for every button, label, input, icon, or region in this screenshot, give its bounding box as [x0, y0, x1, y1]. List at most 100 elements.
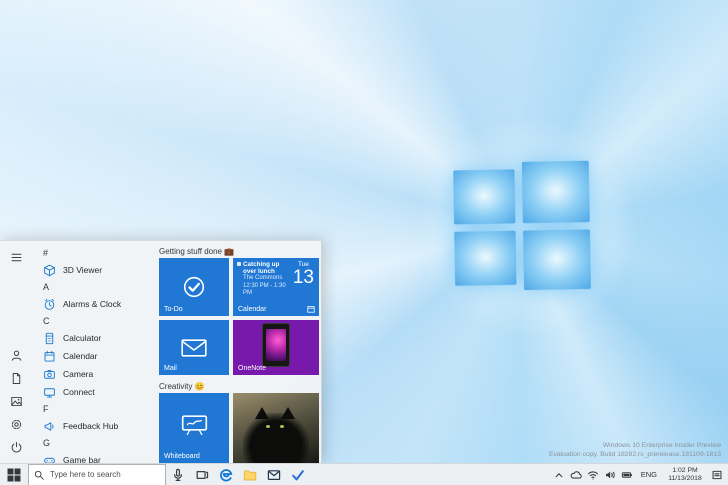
folder-icon — [243, 469, 257, 480]
documents-button[interactable] — [5, 367, 29, 390]
todo-tile[interactable]: To-Do — [159, 258, 229, 316]
onedrive-tray-button[interactable] — [568, 464, 585, 485]
windows-logo — [453, 160, 591, 291]
app-item-calendar[interactable]: Calendar — [33, 347, 153, 365]
expand-menu-button[interactable] — [5, 246, 29, 269]
app-item-game-bar[interactable]: Game bar — [33, 451, 153, 463]
power-button[interactable] — [5, 436, 29, 459]
edge-button[interactable] — [214, 464, 238, 485]
clock[interactable]: 1:02 PM 11/13/2018 — [662, 467, 708, 483]
pictures-button[interactable] — [5, 390, 29, 413]
hamburger-icon — [11, 253, 22, 262]
search-icon — [34, 470, 44, 480]
app-list-header-hash[interactable]: # — [33, 245, 153, 261]
mail-icon — [267, 469, 281, 480]
todo-check-icon — [183, 276, 205, 298]
user-icon — [11, 350, 22, 361]
app-item-alarms-clock[interactable]: Alarms & Clock — [33, 295, 153, 313]
camera-icon — [43, 368, 56, 381]
tile-row: Mail OneNote — [159, 320, 319, 375]
app-list-header-g[interactable]: G — [33, 435, 153, 451]
start-menu: # 3D Viewer A Alarms & Clock C Calculato… — [0, 240, 322, 463]
watermark-line1: Windows 10 Enterprise Insider Preview — [602, 442, 721, 449]
desktop: Windows 10 Enterprise Insider Preview Ev… — [0, 0, 728, 485]
app-item-camera[interactable]: Camera — [33, 365, 153, 383]
date-text: 11/13/2018 — [668, 474, 702, 482]
tile-row: Whiteboard — [159, 393, 319, 463]
calendar-tile[interactable]: Catching up over lunch The Commons 12:30… — [233, 258, 319, 316]
app-item-3d-viewer[interactable]: 3D Viewer — [33, 261, 153, 279]
insider-watermark: Windows 10 Enterprise Insider Preview Ev… — [549, 441, 721, 459]
tile-area: Getting stuff done 💼 To-Do Catching up o… — [153, 241, 321, 463]
task-view-button[interactable] — [190, 464, 214, 485]
speaker-icon — [606, 471, 615, 478]
cat-photo-detail — [265, 425, 270, 429]
edge-icon — [220, 468, 233, 481]
action-center-button[interactable] — [708, 464, 725, 485]
rail-bottom-group — [5, 344, 29, 459]
todo-app-button[interactable] — [286, 464, 310, 485]
start-button[interactable] — [0, 464, 28, 485]
taskbar: ENG 1:02 PM 11/13/2018 — [0, 463, 728, 485]
mail-app-button[interactable] — [262, 464, 286, 485]
game-bar-icon — [43, 454, 56, 463]
connect-icon — [43, 386, 56, 399]
system-tray: ENG 1:02 PM 11/13/2018 — [551, 464, 728, 485]
event-color-icon — [237, 262, 241, 266]
app-item-calculator[interactable]: Calculator — [33, 329, 153, 347]
user-account-button[interactable] — [5, 344, 29, 367]
app-item-feedback-hub[interactable]: Feedback Hub — [33, 417, 153, 435]
tile-group-creativity[interactable]: Creativity 😊 — [159, 380, 319, 393]
wifi-icon — [588, 471, 599, 480]
app-list-header-a[interactable]: A — [33, 279, 153, 295]
onenote-live-image — [262, 322, 290, 367]
cloud-icon — [570, 470, 583, 479]
task-view-icon — [196, 470, 209, 479]
file-explorer-button[interactable] — [238, 464, 262, 485]
battery-icon — [622, 471, 633, 478]
alarm-clock-icon — [43, 298, 56, 311]
pictures-icon — [11, 396, 22, 407]
whiteboard-tile[interactable]: Whiteboard — [159, 393, 229, 463]
start-rail — [0, 241, 33, 463]
cortana-mic-button[interactable] — [166, 464, 190, 485]
calculator-icon — [43, 332, 56, 345]
language-indicator[interactable]: ENG — [636, 470, 662, 479]
mail-tile[interactable]: Mail — [159, 320, 229, 375]
feedback-hub-icon — [43, 420, 56, 433]
tile-group-getting-stuff-done[interactable]: Getting stuff done 💼 — [159, 245, 319, 258]
gear-icon — [11, 419, 22, 430]
action-center-icon — [712, 470, 721, 479]
taskbar-search[interactable] — [28, 463, 166, 485]
onenote-tile[interactable]: OneNote — [233, 320, 319, 375]
calendar-badge-icon — [307, 306, 315, 313]
windows-start-icon — [7, 468, 21, 481]
cat-photo-tile[interactable] — [233, 393, 319, 463]
show-hidden-icons-button[interactable] — [551, 464, 568, 485]
cat-photo-detail — [243, 412, 309, 463]
phone-screen — [266, 328, 286, 361]
time-text: 1:02 PM — [672, 466, 698, 474]
3d-viewer-icon — [43, 264, 56, 277]
calendar-live-event: Catching up over lunch The Commons 12:30… — [237, 261, 291, 298]
app-list-header-f[interactable]: F — [33, 401, 153, 417]
settings-button[interactable] — [5, 413, 29, 436]
battery-tray-button[interactable] — [619, 464, 636, 485]
whiteboard-icon — [181, 414, 207, 435]
calendar-icon — [43, 350, 56, 363]
app-list-header-c[interactable]: C — [33, 313, 153, 329]
network-tray-button[interactable] — [585, 464, 602, 485]
todo-check-icon — [292, 469, 304, 480]
watermark-line2: Evaluation copy. Build 18282.rs_prerelea… — [548, 451, 721, 458]
tile-row: To-Do Catching up over lunch The Commons… — [159, 258, 319, 316]
power-icon — [11, 441, 22, 453]
chevron-up-icon — [555, 472, 563, 477]
calendar-date: Tue 13 — [292, 261, 314, 288]
app-list: # 3D Viewer A Alarms & Clock C Calculato… — [33, 241, 153, 463]
document-icon — [12, 372, 21, 385]
search-input[interactable] — [48, 469, 160, 480]
app-item-connect[interactable]: Connect — [33, 383, 153, 401]
volume-tray-button[interactable] — [602, 464, 619, 485]
microphone-icon — [173, 468, 183, 481]
mail-envelope-icon — [181, 338, 207, 357]
